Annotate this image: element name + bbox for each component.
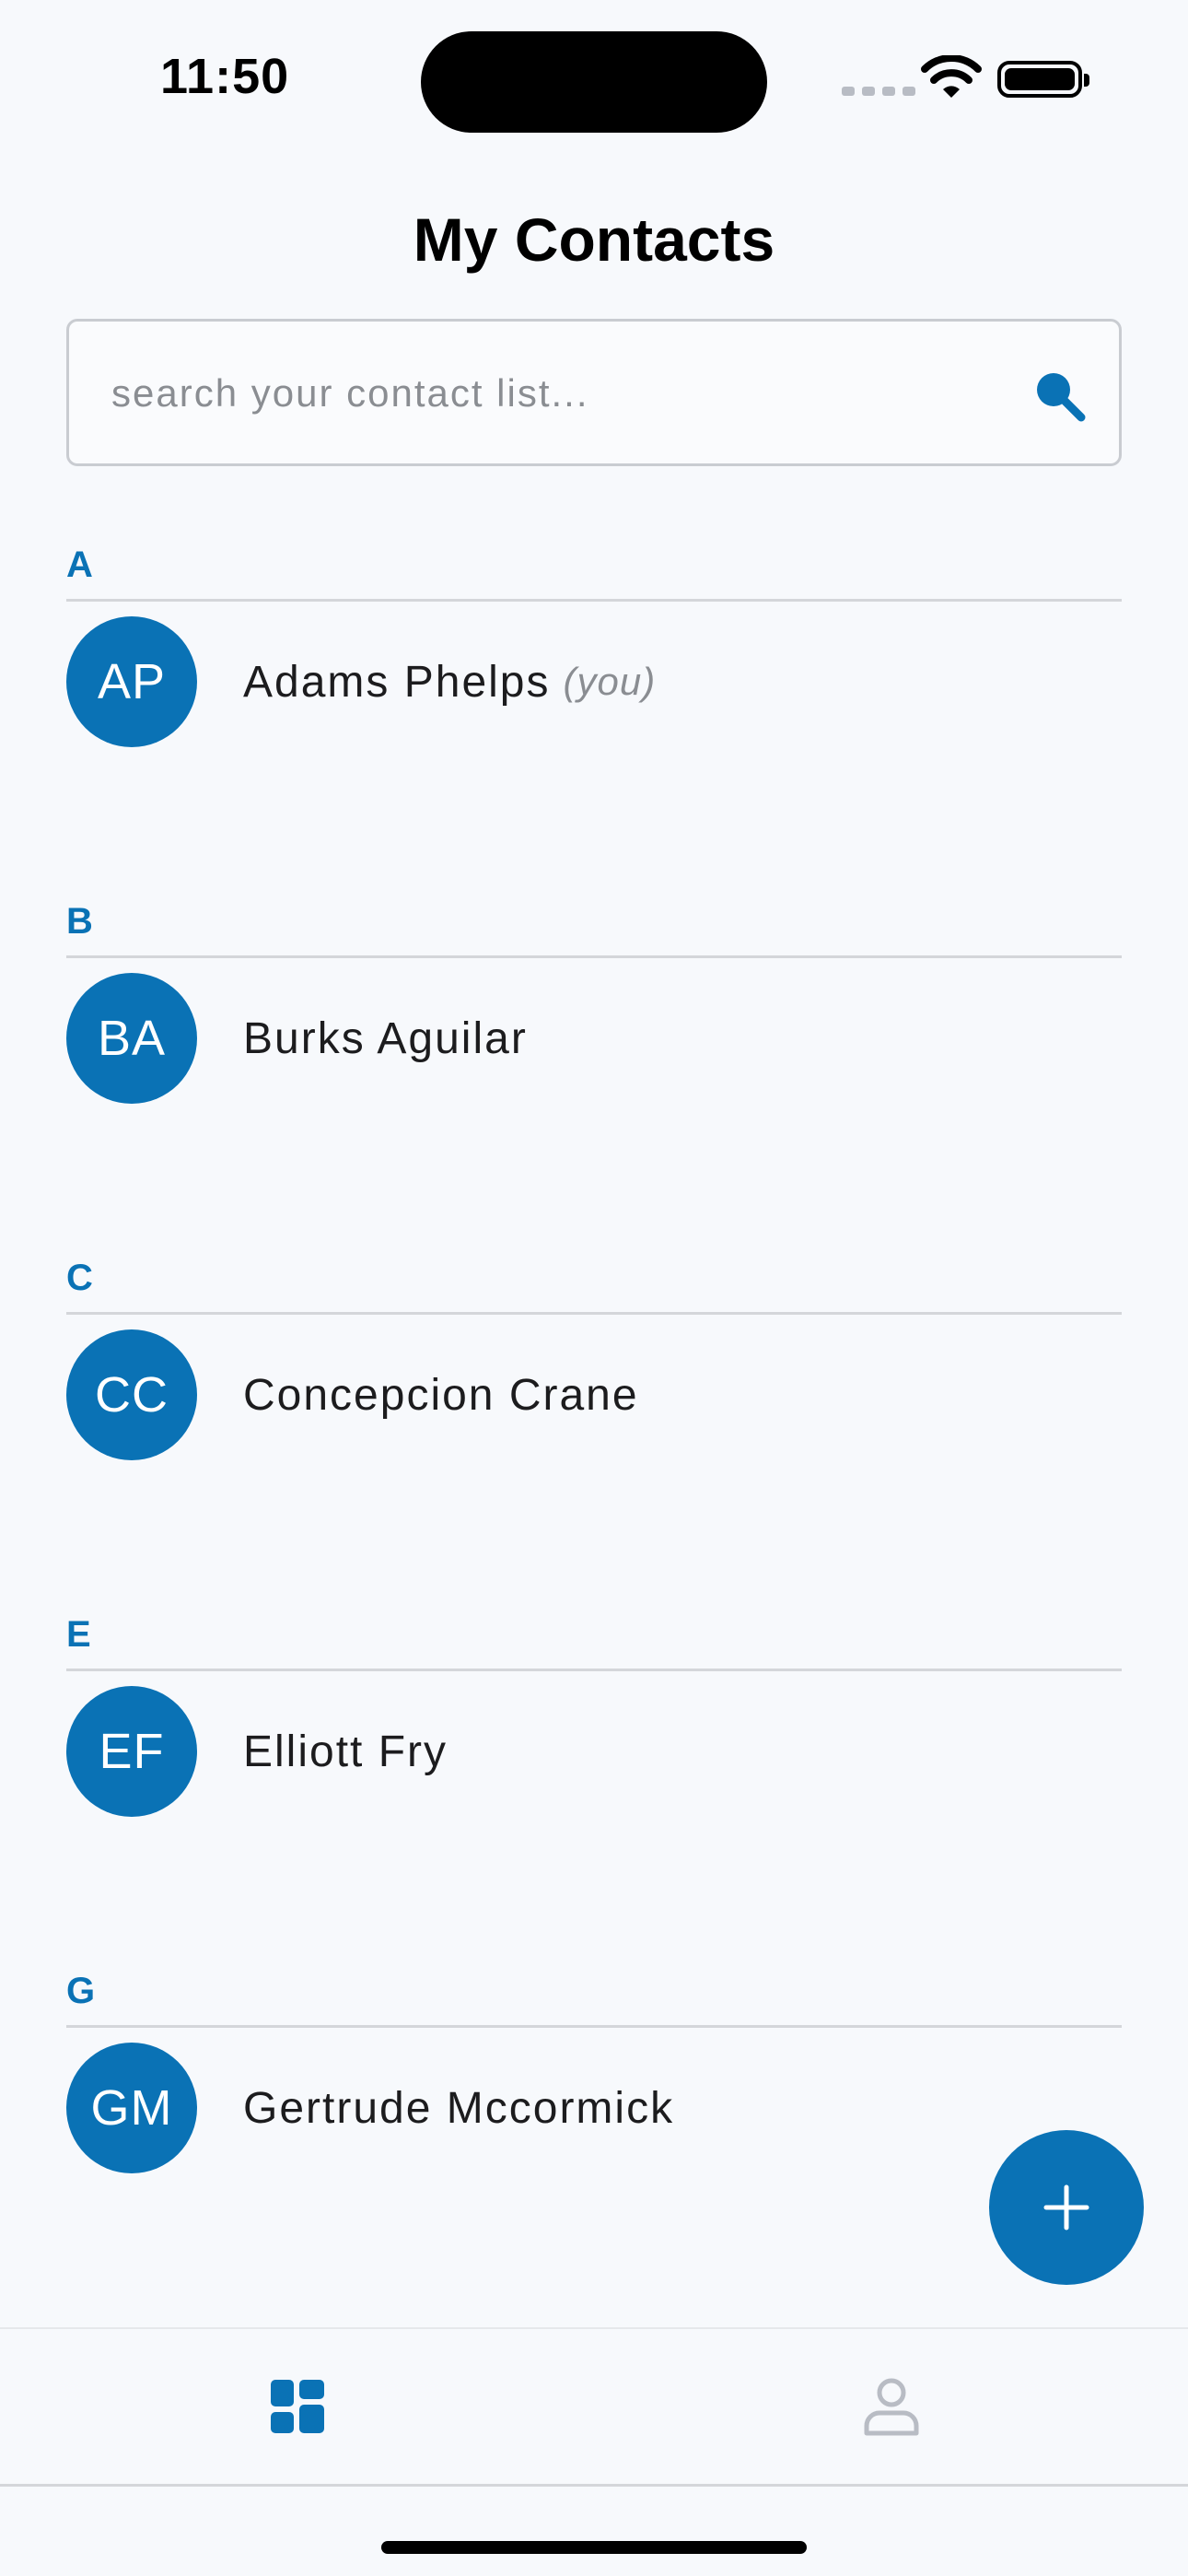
section-letter: A <box>66 544 93 585</box>
contact-row[interactable]: CC Concepcion Crane <box>66 1317 1122 1473</box>
home-indicator <box>381 2541 807 2554</box>
section-letter: C <box>66 1258 93 1298</box>
contact-row[interactable]: AP Adams Phelps (you) <box>66 603 1122 760</box>
section-e: E EF Elliott Fry <box>66 1602 1122 1830</box>
contact-name: Gertrude Mccormick <box>243 2083 675 2133</box>
section-letter: G <box>66 1971 96 2011</box>
page-title: My Contacts <box>413 205 775 274</box>
section-divider <box>66 955 1122 958</box>
avatar: CC <box>66 1329 197 1460</box>
section-divider <box>66 1669 1122 1671</box>
self-indicator: (you) <box>563 660 657 703</box>
contact-row[interactable]: EF Elliott Fry <box>66 1673 1122 1830</box>
avatar: GM <box>66 2043 197 2173</box>
battery-icon <box>997 61 1089 98</box>
search-bar <box>66 319 1122 466</box>
search-input[interactable] <box>110 322 1016 465</box>
section-b: B BA Burks Aguilar <box>66 889 1122 1117</box>
section-letter: B <box>66 901 93 942</box>
contact-name: Concepcion Crane <box>243 1370 639 1420</box>
cellular-signal-icon <box>842 87 915 96</box>
tab-bar <box>0 2327 1188 2487</box>
contact-row[interactable]: BA Burks Aguilar <box>66 960 1122 1117</box>
grid-icon <box>270 2380 324 2433</box>
contact-row[interactable]: GM Gertrude Mccormick <box>66 2030 1122 2186</box>
avatar: EF <box>66 1686 197 1817</box>
tab-profile[interactable] <box>594 2329 1188 2484</box>
section-a: A AP Adams Phelps (you) <box>66 533 1122 760</box>
avatar: BA <box>66 973 197 1104</box>
section-c: C CC Concepcion Crane <box>66 1246 1122 1473</box>
search-icon[interactable] <box>1030 366 1089 425</box>
add-contact-button[interactable] <box>989 2130 1144 2285</box>
section-divider <box>66 2025 1122 2028</box>
contact-name: Burks Aguilar <box>243 1013 528 1063</box>
section-letter: E <box>66 1614 91 1655</box>
contact-name: Elliott Fry <box>243 1727 448 1776</box>
section-g: G GM Gertrude Mccormick <box>66 1959 1122 2186</box>
wifi-icon <box>921 55 982 98</box>
plus-icon <box>1043 2184 1089 2231</box>
status-time: 11:50 <box>160 49 290 104</box>
section-divider <box>66 1312 1122 1315</box>
contact-name: Adams Phelps <box>243 657 551 707</box>
section-divider <box>66 599 1122 602</box>
avatar: AP <box>66 616 197 747</box>
person-icon <box>864 2378 918 2436</box>
dynamic-island <box>421 31 767 133</box>
tab-contacts[interactable] <box>0 2329 594 2484</box>
